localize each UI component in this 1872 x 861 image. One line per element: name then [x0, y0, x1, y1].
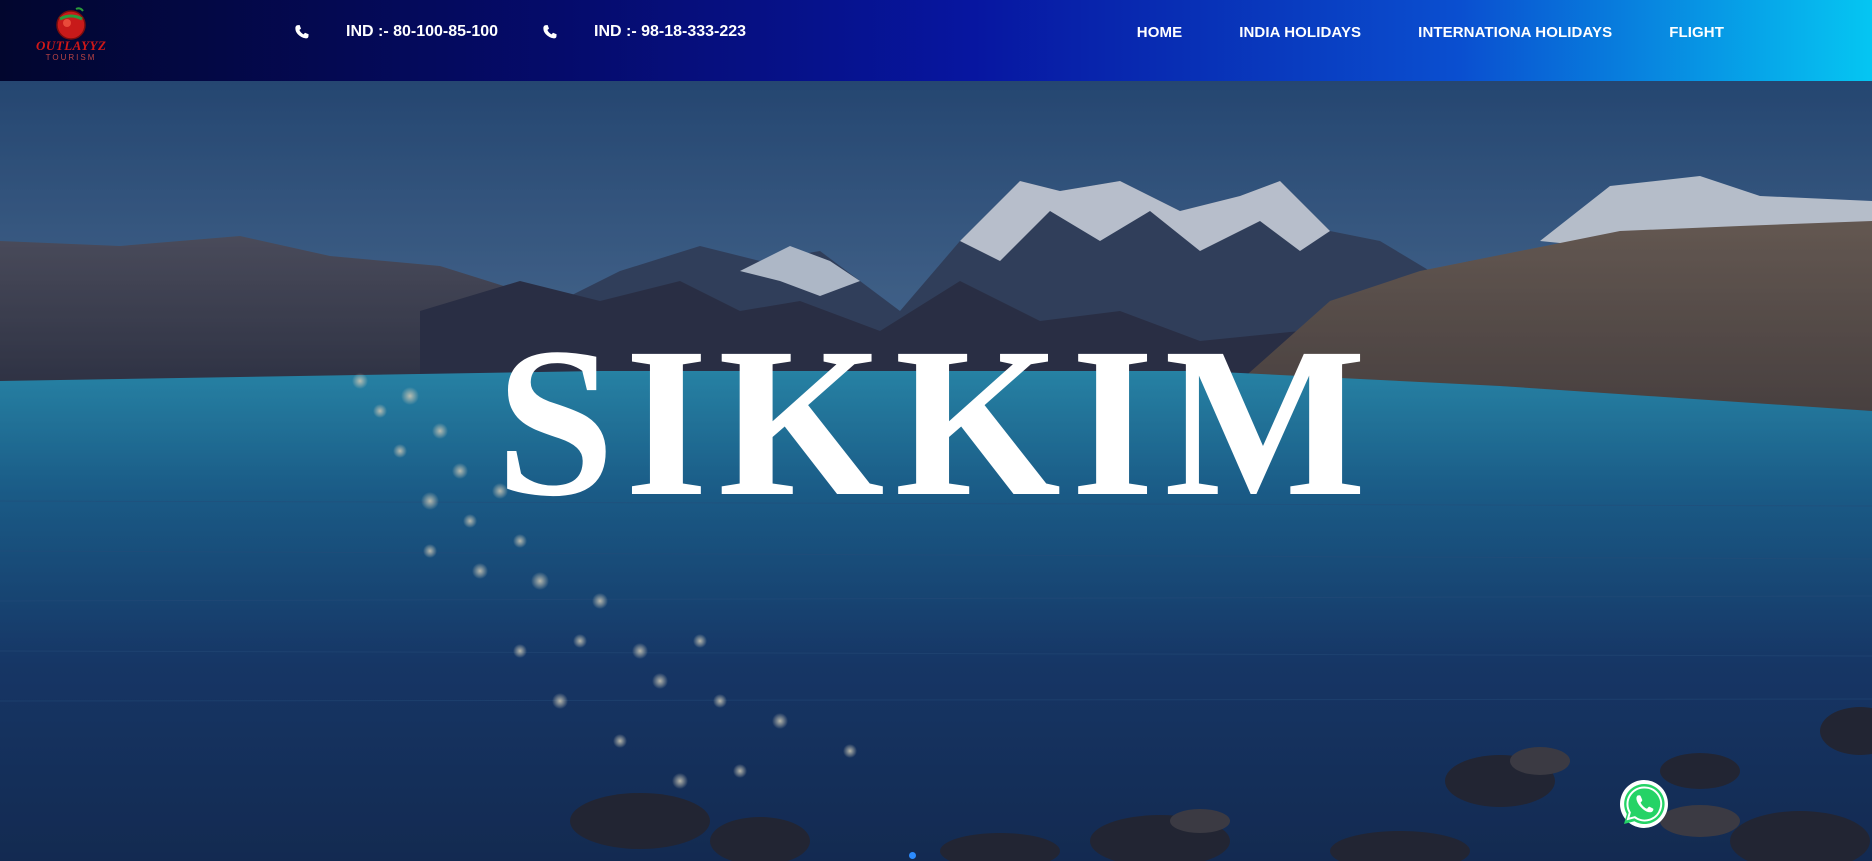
nav-item-flight[interactable]: FLIGHT — [1669, 24, 1724, 41]
contact-phone-2[interactable]: IND :- 98-18-333-223 — [542, 21, 746, 43]
contact-phone-1[interactable]: IND :- 80-100-85-100 — [294, 21, 498, 43]
hero-title: SIKKIM — [495, 304, 1377, 541]
hero-slider: SIKKIM — [0, 81, 1872, 861]
site-header: OUTLAYYZ TOURISM IND :- 80-100-85-100 IN… — [0, 0, 1872, 81]
logo-text: OUTLAYYZ — [36, 38, 107, 53]
contact-phone-2-label: IND :- 98-18-333-223 — [594, 23, 747, 40]
nav-item-home[interactable]: HOME — [1137, 24, 1182, 41]
contact-phone-1-label: IND :- 80-100-85-100 — [346, 23, 499, 40]
phone-icon — [295, 25, 309, 39]
main-nav: HOME INDIA HOLIDAYS INTERNATIONA HOLIDAY… — [1137, 21, 1724, 43]
phone-icon — [543, 25, 557, 39]
whatsapp-icon[interactable] — [1618, 778, 1670, 830]
slider-indicator-dot[interactable] — [909, 852, 916, 859]
nav-item-india-holidays[interactable]: INDIA HOLIDAYS — [1239, 24, 1361, 41]
logo-subtext: TOURISM — [45, 53, 97, 62]
nav-item-international-holidays[interactable]: INTERNATIONA HOLIDAYS — [1418, 24, 1612, 41]
brand-logo[interactable]: OUTLAYYZ TOURISM — [36, 5, 107, 62]
